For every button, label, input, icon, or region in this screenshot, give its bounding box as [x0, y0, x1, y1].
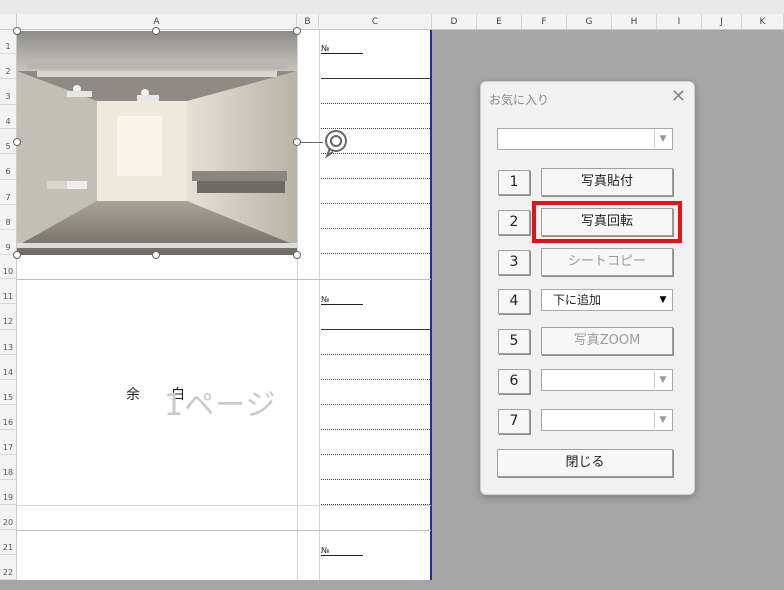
spreadsheet: A B C D E F G H I J K 1 2 3 4 5 6 7 8 9 10 11 12 13 1… — [0, 0, 784, 580]
row-header-2[interactable]: 2 — [0, 54, 17, 79]
resize-handle[interactable] — [293, 27, 301, 35]
gridline — [319, 30, 320, 580]
dotted-line — [321, 354, 430, 355]
row-header-21[interactable]: 21 — [0, 530, 17, 555]
favorites-select[interactable]: ▼ — [497, 128, 673, 150]
number-button-3[interactable]: 3 — [498, 250, 530, 275]
number-button-2[interactable]: 2 — [498, 210, 530, 235]
dotted-line — [321, 253, 430, 254]
row-header-8[interactable]: 8 — [0, 205, 17, 230]
resize-handle[interactable] — [152, 251, 160, 259]
resize-handle[interactable] — [13, 27, 21, 35]
rule-line — [321, 329, 430, 330]
resize-handle[interactable] — [13, 138, 21, 146]
gridline — [17, 530, 431, 531]
slot-7-select[interactable]: ▼ — [541, 409, 673, 431]
rotate-handle-icon[interactable] — [323, 128, 349, 162]
col-header-e[interactable]: E — [477, 14, 522, 30]
resize-handle[interactable] — [293, 251, 301, 259]
dotted-line — [321, 504, 430, 505]
gridline — [297, 30, 298, 580]
no-label: № — [321, 295, 363, 305]
dotted-line — [321, 103, 430, 104]
rotation-connector — [301, 142, 323, 143]
dotted-line — [321, 379, 430, 380]
row-header-17[interactable]: 17 — [0, 430, 17, 455]
photo-zoom-button[interactable]: 写真ZOOM — [541, 327, 673, 355]
col-header-f[interactable]: F — [522, 14, 567, 30]
row-header-22[interactable]: 22 — [0, 555, 17, 580]
row-header-14[interactable]: 14 — [0, 355, 17, 380]
number-button-4[interactable]: 4 — [498, 289, 530, 314]
dotted-line — [321, 404, 430, 405]
row-header-3[interactable]: 3 — [0, 79, 17, 105]
row-header-16[interactable]: 16 — [0, 405, 17, 430]
number-button-5[interactable]: 5 — [498, 329, 530, 354]
slot-6-select[interactable]: ▼ — [541, 369, 673, 391]
row-header-4[interactable]: 4 — [0, 105, 17, 129]
col-header-k[interactable]: K — [742, 14, 784, 30]
col-header-b[interactable]: B — [297, 14, 319, 30]
dotted-line — [321, 454, 430, 455]
number-button-1[interactable]: 1 — [498, 170, 530, 195]
col-header-j[interactable]: J — [702, 14, 742, 30]
add-below-select-value: 下に追加 — [553, 293, 602, 307]
resize-handle[interactable] — [152, 27, 160, 35]
dotted-line — [321, 228, 430, 229]
row-header-12[interactable]: 12 — [0, 304, 17, 330]
chevron-down-icon[interactable]: ▼ — [654, 411, 671, 429]
dotted-line — [321, 479, 430, 480]
close-icon[interactable]: ✕ — [671, 86, 686, 107]
col-header-h[interactable]: H — [612, 14, 657, 30]
resize-handle[interactable] — [13, 251, 21, 259]
site-photo[interactable] — [17, 31, 297, 255]
highlight-box — [532, 201, 682, 243]
row-header-11[interactable]: 11 — [0, 279, 17, 304]
dotted-line — [321, 203, 430, 204]
ribbon-edge — [0, 0, 784, 14]
number-button-7[interactable]: 7 — [498, 409, 530, 434]
dotted-line — [321, 178, 430, 179]
chevron-down-icon[interactable]: ▼ — [654, 130, 671, 148]
gridline — [17, 505, 431, 506]
col-header-d[interactable]: D — [432, 14, 477, 30]
resize-handle[interactable] — [293, 138, 301, 146]
chevron-down-icon[interactable]: ▼ — [655, 291, 671, 309]
row-header-18[interactable]: 18 — [0, 455, 17, 480]
number-button-6[interactable]: 6 — [498, 369, 530, 394]
row-header-7[interactable]: 7 — [0, 180, 17, 205]
row-header-19[interactable]: 19 — [0, 480, 17, 505]
sheet-copy-button[interactable]: シートコピー — [541, 248, 673, 276]
col-header-i[interactable]: I — [657, 14, 702, 30]
col-header-g[interactable]: G — [567, 14, 612, 30]
no-label: № — [321, 44, 363, 54]
rule-line — [321, 78, 430, 79]
row-header-15[interactable]: 15 — [0, 380, 17, 405]
dialog-title: お気に入り — [489, 93, 550, 107]
row-header-20[interactable]: 20 — [0, 505, 17, 530]
no-label: № — [321, 546, 363, 556]
page-number-label: 1ページ — [164, 388, 277, 423]
add-below-select[interactable]: 下に追加 ▼ — [541, 289, 673, 311]
page-break-line — [430, 30, 432, 580]
gridline — [17, 279, 431, 280]
row-header-13[interactable]: 13 — [0, 330, 17, 355]
margin-text-left: 余 — [126, 387, 140, 403]
close-button[interactable]: 閉じる — [497, 449, 673, 477]
row-header-6[interactable]: 6 — [0, 154, 17, 180]
dotted-line — [321, 429, 430, 430]
photo-paste-button[interactable]: 写真貼付 — [541, 168, 673, 196]
chevron-down-icon[interactable]: ▼ — [654, 371, 671, 389]
col-header-c[interactable]: C — [319, 14, 432, 30]
